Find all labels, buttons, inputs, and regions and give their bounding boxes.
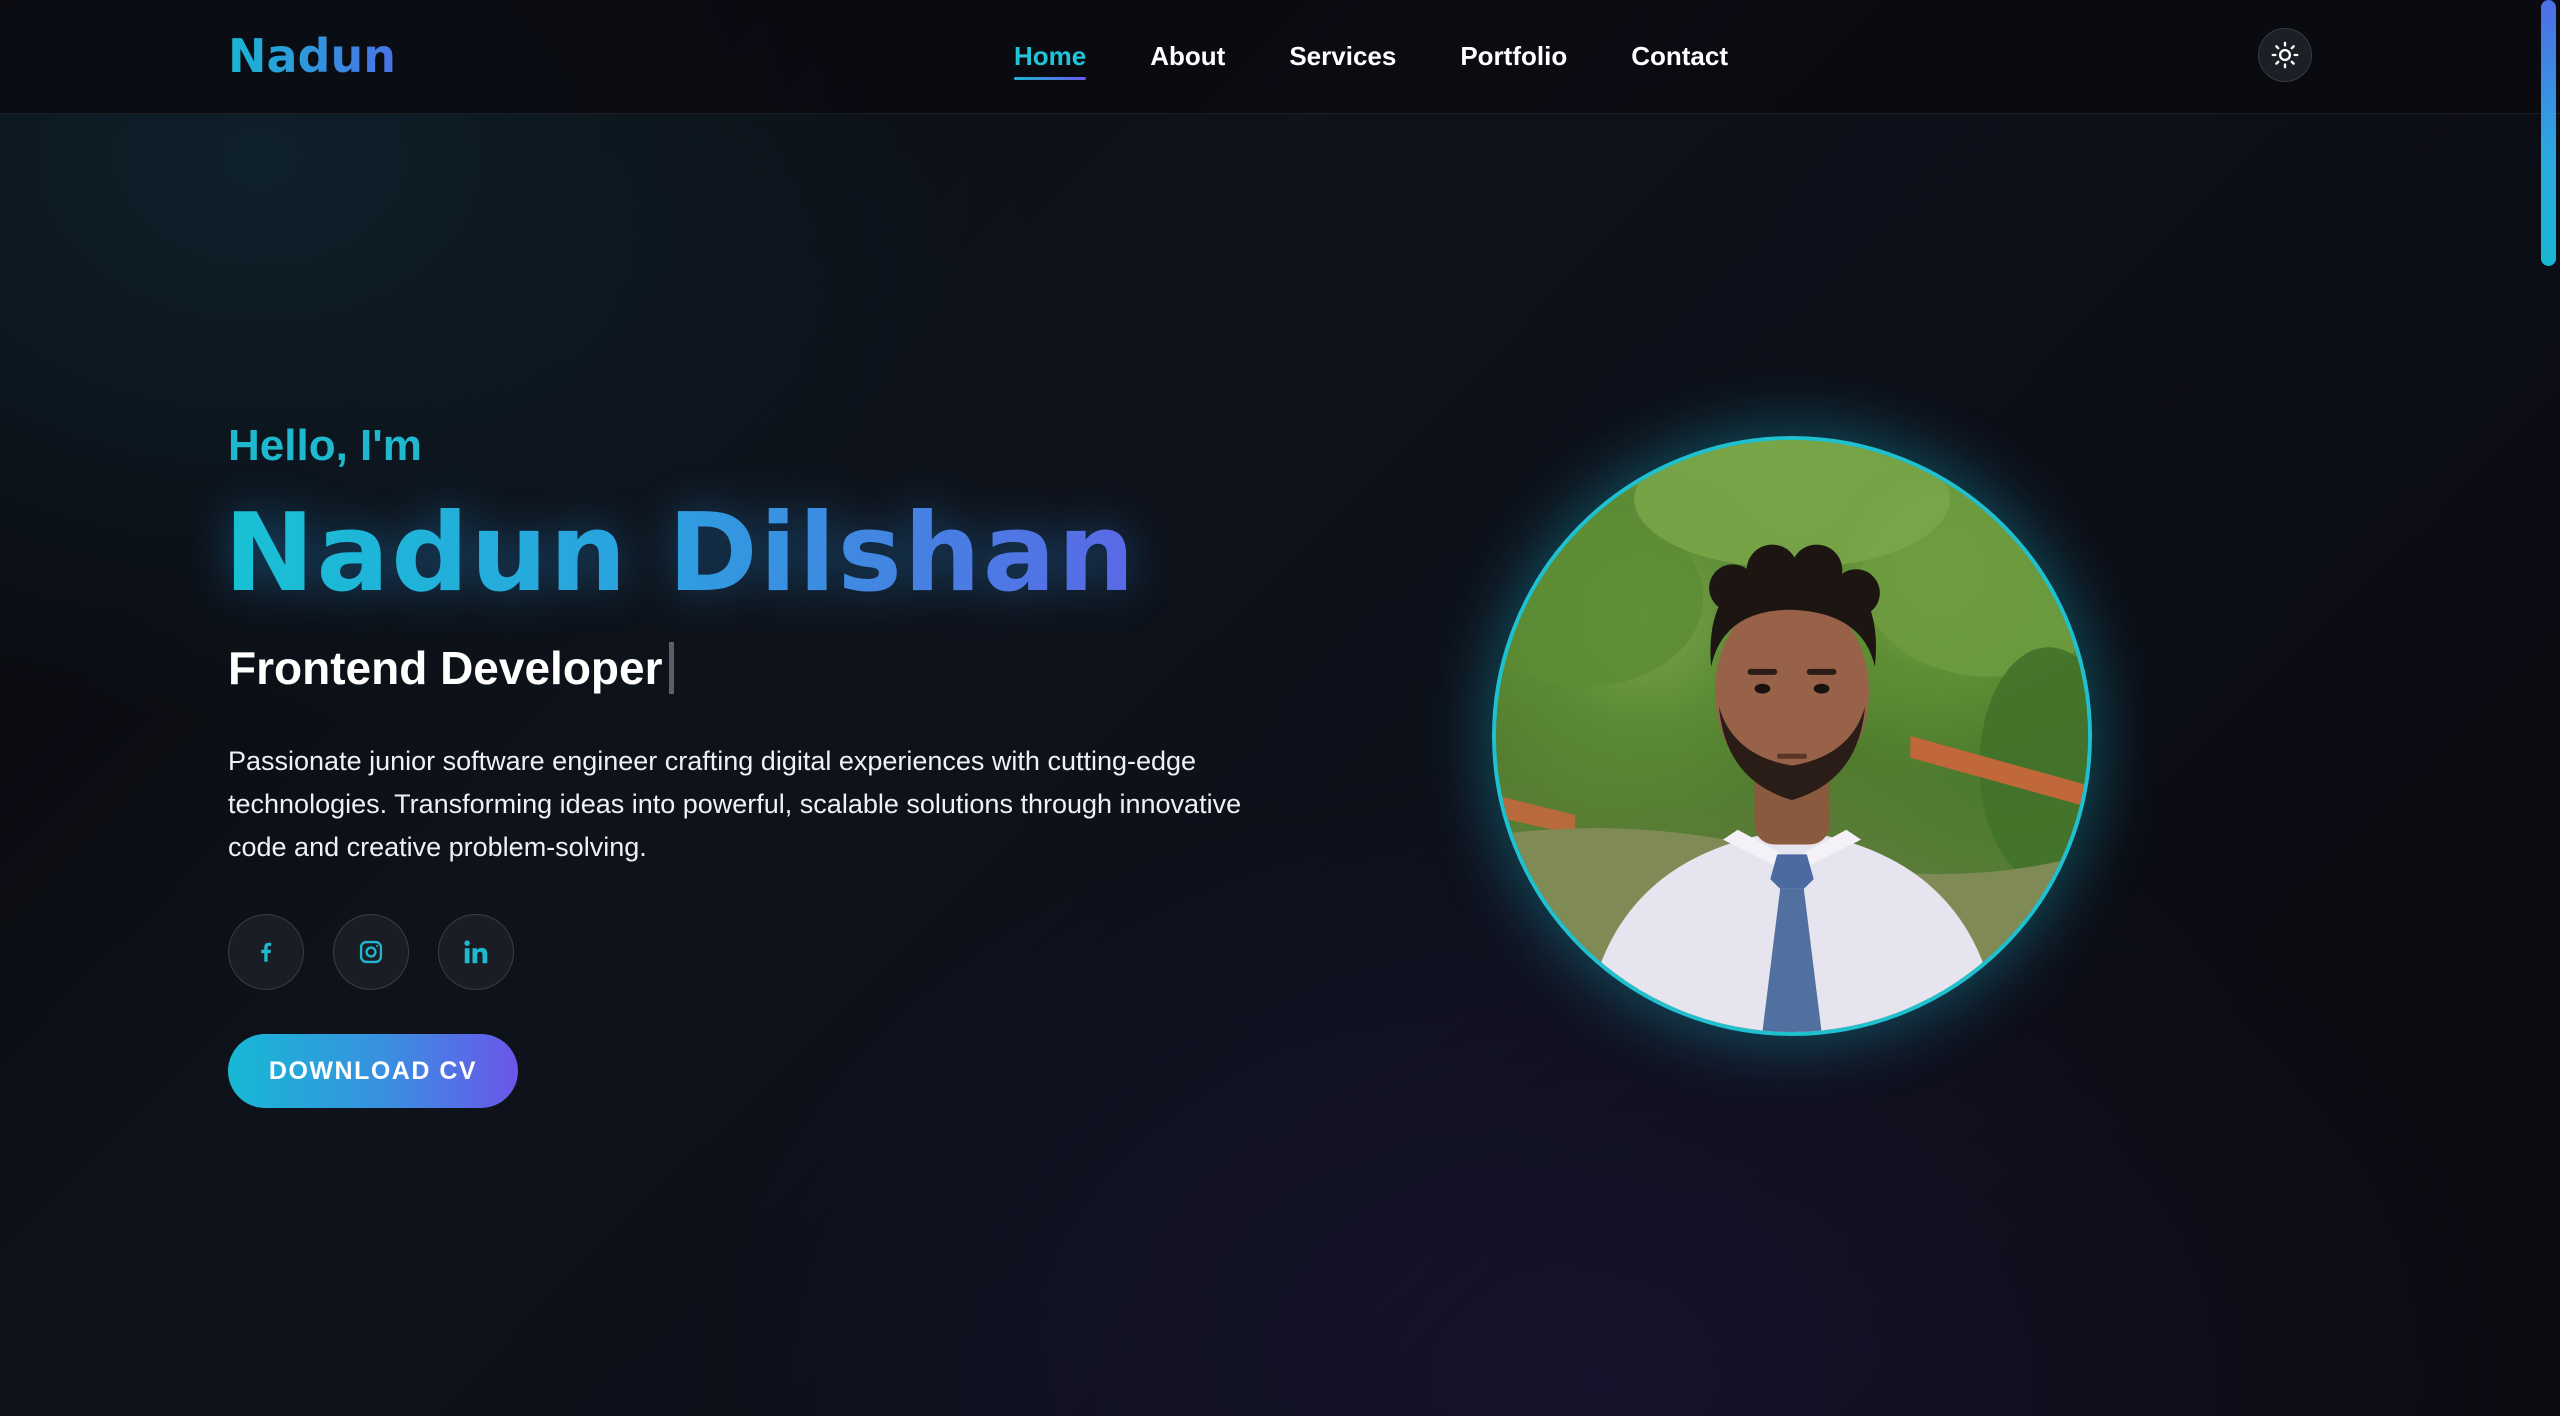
portfolio-page: Nadun Home About Services Portfolio Cont… xyxy=(0,0,2560,1416)
instagram-link[interactable] xyxy=(333,914,409,990)
instagram-icon xyxy=(359,940,383,964)
social-links xyxy=(228,914,543,990)
facebook-icon xyxy=(261,942,272,962)
typing-cursor xyxy=(668,642,674,694)
site-header: Nadun Home About Services Portfolio Cont… xyxy=(0,0,2560,114)
linkedin-link[interactable] xyxy=(438,914,514,990)
scrollbar-thumb[interactable] xyxy=(2541,0,2556,266)
theme-toggle-button[interactable] xyxy=(2258,28,2312,82)
nav-item-home[interactable]: Home xyxy=(1014,36,1087,80)
hero-role-text: Frontend Developer xyxy=(228,642,663,694)
page-scrollbar[interactable] xyxy=(2541,0,2560,1416)
linkedin-icon xyxy=(464,940,488,964)
nav-item-portfolio[interactable]: Portfolio xyxy=(1460,36,1567,76)
site-logo[interactable]: Nadun xyxy=(228,26,396,86)
nav-item-about[interactable]: About xyxy=(1150,36,1225,76)
download-cv-button[interactable]: DOWNLOAD CV xyxy=(228,1034,518,1108)
nav-item-services[interactable]: Services xyxy=(1289,36,1396,76)
profile-photo xyxy=(1492,436,2092,1036)
hero-name: Nadun Dilshan xyxy=(224,488,1137,620)
main-nav: Home About Services Portfolio Contact xyxy=(1014,36,1792,80)
hero-greeting: Hello, I'm xyxy=(228,421,422,470)
hero-role: Frontend Developer xyxy=(228,638,674,698)
facebook-link[interactable] xyxy=(228,914,304,990)
hero-bio: Passionate junior software engineer craf… xyxy=(228,746,1242,862)
sun-icon xyxy=(2271,41,2299,69)
nav-item-contact[interactable]: Contact xyxy=(1631,36,1728,76)
profile-portrait-illustration xyxy=(1496,440,2088,1032)
